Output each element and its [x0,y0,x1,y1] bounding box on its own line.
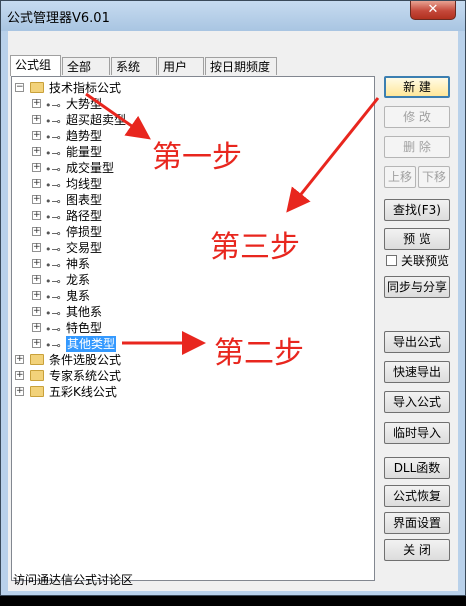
import-formula-button[interactable]: 导入公式 [384,391,450,413]
expand-icon[interactable]: + [32,211,41,220]
tree-node-label: 均线型 [66,177,103,191]
folder-icon [30,354,44,365]
tree-node-stock-selection[interactable]: + 条件选股公式 [15,352,215,368]
preview-link-checkbox[interactable] [386,255,397,266]
find-button[interactable]: 查找(F3) [384,199,450,221]
tree-node-label: 大势型 [66,97,103,111]
sync-share-button[interactable]: 同步与分享 [384,276,450,298]
tree-node-label: 专家系统公式 [49,369,122,383]
step1-annotation: 第一步 [152,140,242,175]
tree-node-color-kline[interactable]: + 五彩K线公式 [15,384,215,400]
forum-link[interactable]: 访问通达信公式讨论区 [13,571,133,588]
tree-node-child[interactable]: + •⊸ 其他类型 [32,336,232,352]
expand-icon[interactable]: + [32,179,41,188]
tree-node-label: 特色型 [66,321,103,335]
export-formula-button[interactable]: 导出公式 [384,331,450,353]
tree-node-child[interactable]: + •⊸ 大势型 [32,96,232,112]
client-area: 公式组 全部 系统 用户 按日期频度 − 技术指标公式 + •⊸ 大势型 + •⊸ 超买超… [8,31,458,591]
background-ticker-strip [0,596,466,606]
tree-node-child[interactable]: + •⊸ 图表型 [32,192,232,208]
tree-node-label: 超买超卖型 [66,113,127,127]
tree-node-label: 交易型 [66,241,103,255]
folder-icon [30,82,44,93]
tab-user[interactable]: 用户 [158,57,204,75]
tab-by-date-frequency[interactable]: 按日期频度 [205,57,277,75]
move-up-button[interactable]: 上移 [384,166,416,188]
tree-node-child[interactable]: + •⊸ 鬼系 [32,288,232,304]
tree-node-child[interactable]: + •⊸ 龙系 [32,272,232,288]
expand-icon[interactable]: + [32,115,41,124]
tree-node-expert-system[interactable]: + 专家系统公式 [15,368,215,384]
quick-export-button[interactable]: 快速导出 [384,361,450,383]
folder-icon [30,370,44,381]
tree-node-child[interactable]: + •⊸ 其他系 [32,304,232,320]
preview-link-label: 关联预览 [401,254,450,268]
ui-settings-button[interactable]: 界面设置 [384,512,450,534]
expand-icon[interactable]: + [32,307,41,316]
step3-annotation: 第三步 [210,230,300,265]
title-bar[interactable]: 公式管理器V6.01 ✕ [1,1,465,31]
tree-node-child[interactable]: + •⊸ 特色型 [32,320,232,336]
tree-node-label: 条件选股公式 [49,353,122,367]
tree-node-child[interactable]: + •⊸ 均线型 [32,176,232,192]
restore-formula-button[interactable]: 公式恢复 [384,485,450,507]
tree-node-child[interactable]: + •⊸ 停损型 [32,224,232,240]
expand-icon[interactable]: + [32,227,41,236]
step2-annotation: 第二步 [214,336,304,371]
delete-button[interactable]: 删 除 [384,136,450,158]
expand-icon[interactable]: + [32,339,41,348]
expand-icon[interactable]: + [32,243,41,252]
tab-all[interactable]: 全部 [62,57,110,75]
move-down-button[interactable]: 下移 [418,166,450,188]
tree-node-label: 其他系 [66,305,103,319]
expand-icon[interactable]: + [15,387,24,396]
window-title: 公式管理器V6.01 [7,11,110,26]
expand-icon[interactable]: + [32,147,41,156]
new-button[interactable]: 新 建 [384,76,450,98]
preview-button[interactable]: 预 览 [384,228,450,250]
tree-node-label: 路径型 [66,209,103,223]
tab-system[interactable]: 系统 [111,57,157,75]
tree-node-child[interactable]: + •⊸ 神系 [32,256,232,272]
expand-icon[interactable]: + [32,259,41,268]
expand-icon[interactable]: + [32,195,41,204]
expand-icon[interactable]: + [32,99,41,108]
temp-import-button[interactable]: 临时导入 [384,422,450,444]
expand-icon[interactable]: + [15,371,24,380]
dll-functions-button[interactable]: DLL函数 [384,457,450,479]
tab-formula-group[interactable]: 公式组 [10,55,61,76]
expand-icon[interactable]: + [32,291,41,300]
tree-node-child[interactable]: + •⊸ 路径型 [32,208,232,224]
expand-icon[interactable]: + [32,323,41,332]
modify-button[interactable]: 修 改 [384,106,450,128]
close-window-button[interactable]: ✕ [410,1,456,20]
tree-node-label: 技术指标公式 [49,81,122,95]
tree-node-technical-indicators[interactable]: − 技术指标公式 [15,80,215,96]
tree-node-child[interactable]: + •⊸ 交易型 [32,240,232,256]
collapse-icon[interactable]: − [15,83,24,92]
tree-node-label: 五彩K线公式 [49,385,117,399]
tree-node-label: 其他类型 [66,336,117,352]
close-button[interactable]: 关 闭 [384,539,450,561]
tree-node-label: 趋势型 [66,129,103,143]
tree-node-label: 图表型 [66,193,103,207]
formula-manager-window: 公式管理器V6.01 ✕ 公式组 全部 系统 用户 按日期频度 − 技术指标公式… [0,0,466,596]
tree-node-label: 能量型 [66,145,103,159]
expand-icon[interactable]: + [15,355,24,364]
folder-icon [30,386,44,397]
tree-node-child[interactable]: + •⊸ 超买超卖型 [32,112,232,128]
tree-node-label: 成交量型 [66,161,115,175]
expand-icon[interactable]: + [32,275,41,284]
tree-node-label: 龙系 [66,273,91,287]
tree-node-label: 神系 [66,257,91,271]
expand-icon[interactable]: + [32,131,41,140]
expand-icon[interactable]: + [32,163,41,172]
tree-node-label: 鬼系 [66,289,91,303]
tree-node-label: 停损型 [66,225,103,239]
